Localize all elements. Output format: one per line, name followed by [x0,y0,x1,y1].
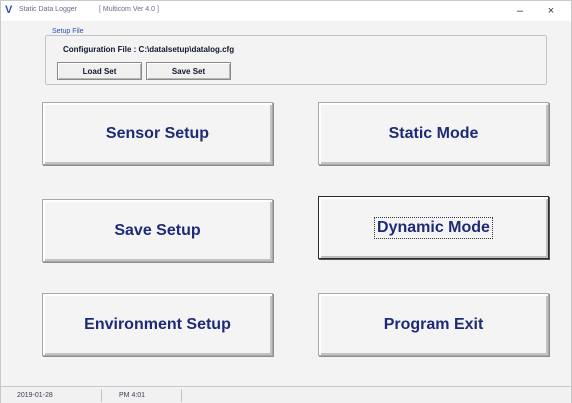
configuration-file-label: Configuration File : C:\datalsetup\datal… [63,45,235,54]
status-date: 2019-01-28 [17,391,53,399]
save-set-button[interactable]: Save Set [146,62,231,80]
app-logo-icon: V [5,4,13,16]
status-time: PM 4:01 [119,391,146,399]
dynamic-mode-button[interactable]: Dynamic Mode [318,196,549,259]
title-bar: V Static Data Logger [ Multicom Ver 4.0 … [1,1,571,21]
environment-setup-button[interactable]: Environment Setup [42,293,273,356]
status-divider [101,389,102,402]
load-set-button[interactable]: Load Set [57,62,142,80]
static-mode-button[interactable]: Static Mode [318,102,549,165]
setup-file-legend: Setup File [49,28,87,35]
app-window: V Static Data Logger [ Multicom Ver 4.0 … [0,0,572,403]
window-version: [ Multicom Ver 4.0 ] [99,6,159,13]
status-bar: 2019-01-28 PM 4:01 [1,386,571,403]
window-title: Static Data Logger [19,6,77,13]
close-button[interactable]: × [537,1,565,21]
dynamic-mode-label: Dynamic Mode [374,216,493,239]
status-divider [181,389,182,402]
minimize-button[interactable]: – [506,1,534,21]
program-exit-button[interactable]: Program Exit [318,293,549,356]
sensor-setup-button[interactable]: Sensor Setup [42,102,273,165]
save-setup-button[interactable]: Save Setup [42,199,273,262]
